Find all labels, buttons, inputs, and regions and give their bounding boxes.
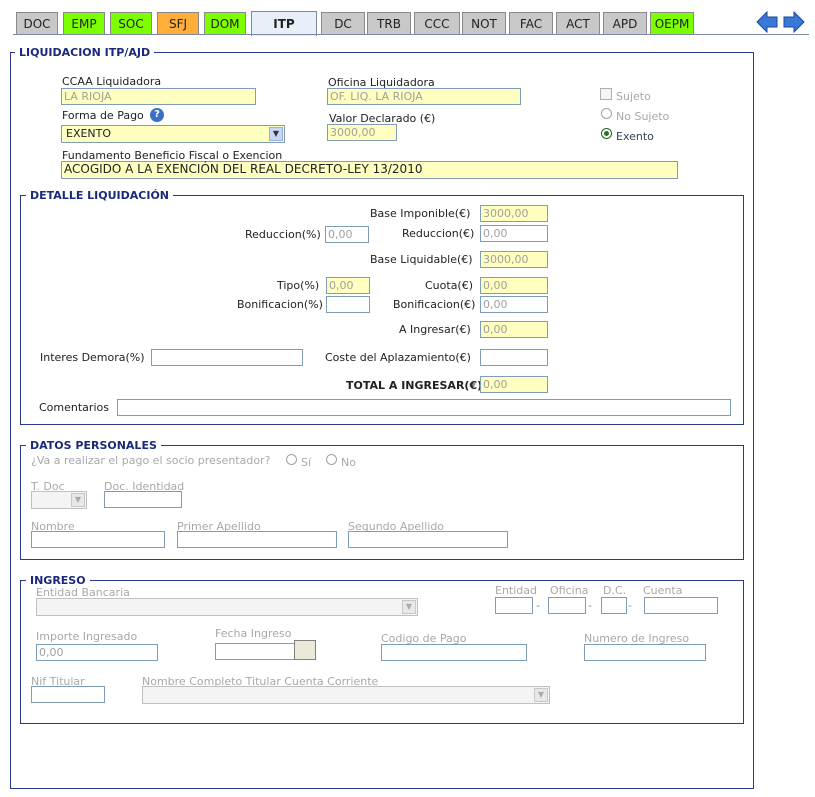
arrow-left-icon[interactable] bbox=[756, 11, 778, 33]
nif-titular-field[interactable] bbox=[31, 686, 105, 703]
sujeto-checkbox[interactable] bbox=[600, 88, 612, 100]
calendar-icon[interactable] bbox=[294, 640, 316, 660]
chevron-down-icon: ▼ bbox=[534, 688, 548, 702]
socio-presentador-question: ¿Va a realizar el pago el socio presenta… bbox=[31, 454, 271, 467]
tab-dc[interactable]: DC bbox=[321, 12, 365, 34]
tab-trb[interactable]: TRB bbox=[367, 12, 411, 34]
tab-doc[interactable]: DOC bbox=[16, 12, 58, 34]
forma-pago-select[interactable]: EXENTO ▼ bbox=[61, 125, 285, 143]
fecha-ingreso-label: Fecha Ingreso bbox=[215, 627, 292, 640]
entidad-label: Entidad bbox=[495, 584, 537, 597]
base-liquidable-field[interactable]: 3000,00 bbox=[480, 251, 548, 268]
base-imponible-label: Base Imponible(€) bbox=[370, 207, 471, 220]
oficina-field[interactable]: OF. LIQ. LA RIOJA bbox=[327, 88, 521, 105]
oficina-bancaria-label: Oficina bbox=[550, 584, 589, 597]
sujeto-label: Sujeto bbox=[616, 90, 651, 103]
tab-emp[interactable]: EMP bbox=[63, 12, 105, 34]
tab-act[interactable]: ACT bbox=[556, 12, 600, 34]
importe-ingresado-field[interactable]: 0,00 bbox=[36, 644, 158, 661]
reduccion-eur-label: Reduccion(€) bbox=[402, 227, 475, 240]
nombre-field[interactable] bbox=[31, 531, 165, 548]
chevron-down-icon: ▼ bbox=[269, 127, 283, 141]
tab-bar-baseline bbox=[13, 34, 809, 35]
cuota-field[interactable]: 0,00 bbox=[480, 277, 548, 294]
base-liquidable-label: Base Liquidable(€) bbox=[370, 253, 473, 266]
arrow-right-icon[interactable] bbox=[783, 11, 805, 33]
reduccion-eur-field[interactable]: 0,00 bbox=[480, 225, 548, 242]
fundamento-field[interactable]: ACOGIDO A LA EXENCIÓN DEL REAL DECRETO-L… bbox=[61, 161, 678, 179]
tab-oepm[interactable]: OEPM bbox=[650, 12, 694, 34]
forma-pago-label: Forma de Pago bbox=[62, 109, 144, 122]
nombre-titular-select[interactable]: ▼ bbox=[142, 686, 550, 704]
coste-aplazamiento-field[interactable] bbox=[480, 349, 548, 366]
dc-label: D.C. bbox=[603, 584, 627, 597]
socio-si-radio[interactable] bbox=[286, 454, 297, 465]
valor-declarado-field[interactable]: 3000,00 bbox=[327, 124, 397, 141]
ccaa-label: CCAA Liquidadora bbox=[62, 75, 162, 88]
codigo-pago-field[interactable] bbox=[381, 644, 527, 661]
cuota-label: Cuota(€) bbox=[425, 279, 474, 292]
bonificacion-eur-field[interactable]: 0,00 bbox=[480, 296, 548, 313]
ccaa-field[interactable]: LA RIOJA bbox=[61, 88, 256, 105]
tab-not[interactable]: NOT bbox=[462, 12, 506, 34]
tab-ccc[interactable]: CCC bbox=[414, 12, 460, 34]
exento-label: Exento bbox=[616, 130, 654, 143]
tab-fac[interactable]: FAC bbox=[509, 12, 553, 34]
entidad-bancaria-select[interactable]: ▼ bbox=[36, 598, 418, 616]
detalle-legend: DETALLE LIQUIDACIÓN bbox=[26, 189, 174, 202]
account-separator: - bbox=[536, 599, 540, 612]
tipo-field[interactable]: 0,00 bbox=[326, 277, 370, 294]
liquidacion-legend: LIQUIDACION ITP/AJD bbox=[15, 46, 155, 59]
a-ingresar-label: A Ingresar(€) bbox=[399, 323, 471, 336]
tab-sfj[interactable]: SFJ bbox=[157, 12, 199, 34]
doc-identidad-field[interactable] bbox=[104, 491, 182, 508]
cuenta-field[interactable] bbox=[644, 597, 718, 614]
tab-itp[interactable]: ITP bbox=[251, 11, 317, 36]
tab-apd[interactable]: APD bbox=[603, 12, 647, 34]
total-ingresar-field[interactable]: 0,00 bbox=[480, 376, 548, 393]
importe-ingresado-label: Importe Ingresado bbox=[36, 630, 138, 643]
oficina-bancaria-field[interactable] bbox=[548, 597, 586, 614]
no-sujeto-radio[interactable] bbox=[601, 108, 612, 119]
cuenta-label: Cuenta bbox=[643, 584, 683, 597]
segundo-apellido-field[interactable] bbox=[348, 531, 508, 548]
tab-soc[interactable]: SOC bbox=[110, 12, 152, 34]
socio-si-label: Sí bbox=[301, 456, 312, 469]
bonificacion-pct-label: Bonificacion(%) bbox=[237, 298, 323, 311]
exento-radio[interactable] bbox=[601, 128, 612, 139]
fecha-ingreso-field[interactable] bbox=[215, 643, 295, 660]
tdoc-select[interactable]: ▼ bbox=[31, 491, 87, 509]
total-ingresar-label: TOTAL A INGRESAR(€) bbox=[346, 379, 483, 392]
primer-apellido-field[interactable] bbox=[177, 531, 337, 548]
entidad-field[interactable] bbox=[495, 597, 533, 614]
coste-aplazamiento-label: Coste del Aplazamiento(€) bbox=[325, 351, 471, 364]
help-icon[interactable]: ? bbox=[150, 108, 164, 122]
base-imponible-field[interactable]: 3000,00 bbox=[480, 205, 548, 222]
a-ingresar-field[interactable]: 0,00 bbox=[480, 321, 548, 338]
reduccion-pct-label: Reduccion(%) bbox=[245, 228, 321, 241]
socio-no-radio[interactable] bbox=[326, 454, 337, 465]
no-sujeto-label: No Sujeto bbox=[616, 110, 670, 123]
comentarios-label: Comentarios bbox=[39, 401, 109, 414]
interes-demora-label: Interes Demora(%) bbox=[40, 351, 145, 364]
comentarios-field[interactable] bbox=[117, 399, 731, 416]
chevron-down-icon: ▼ bbox=[71, 493, 85, 507]
datos-personales-legend: DATOS PERSONALES bbox=[26, 439, 161, 452]
interes-demora-field[interactable] bbox=[151, 349, 303, 366]
numero-ingreso-field[interactable] bbox=[584, 644, 706, 661]
tab-dom[interactable]: DOM bbox=[204, 12, 246, 34]
reduccion-pct-field[interactable]: 0,00 bbox=[325, 226, 369, 243]
bonificacion-eur-label: Bonificacion(€) bbox=[393, 298, 476, 311]
tipo-label: Tipo(%) bbox=[277, 279, 320, 292]
account-separator: - bbox=[628, 599, 632, 612]
bonificacion-pct-field[interactable] bbox=[326, 296, 370, 313]
forma-pago-value: EXENTO bbox=[66, 127, 112, 140]
dc-field[interactable] bbox=[601, 597, 627, 614]
chevron-down-icon: ▼ bbox=[402, 600, 416, 614]
account-separator: - bbox=[588, 599, 592, 612]
socio-no-label: No bbox=[341, 456, 356, 469]
